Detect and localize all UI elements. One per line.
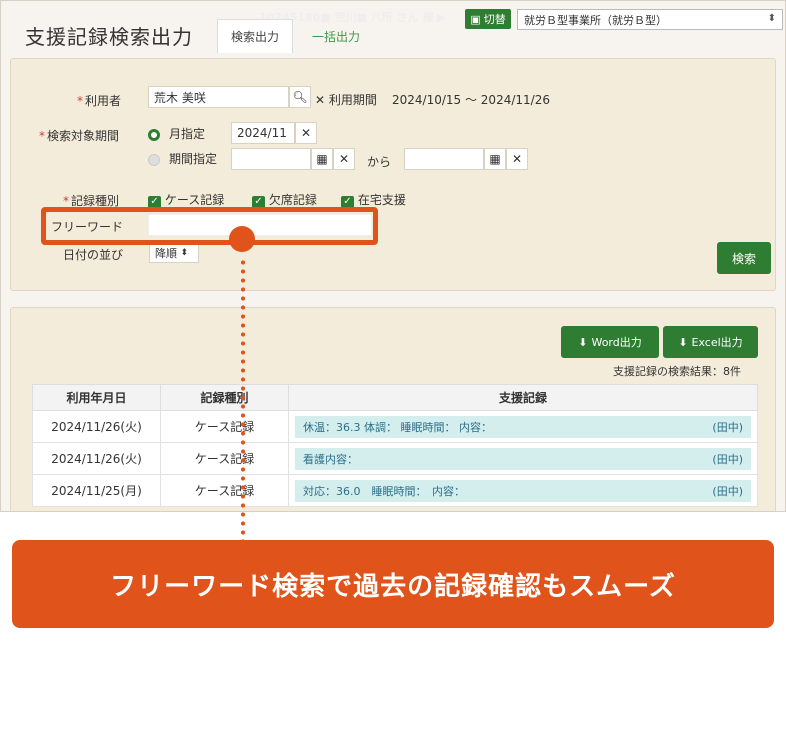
range-start-clear-icon[interactable]: ✕: [333, 148, 355, 170]
row-type: ケース記録: [160, 410, 289, 443]
callout-dotted-line: [241, 258, 245, 544]
switch-button[interactable]: ▣ 切替: [465, 9, 511, 29]
calendar-icon[interactable]: ▦: [484, 148, 506, 170]
search-button[interactable]: 検索: [717, 242, 771, 274]
table-row[interactable]: 2024/11/26(火) ケース記録 休温：36.3 体調： 睡眠時間： 内容…: [32, 410, 758, 443]
type-checkbox-absence[interactable]: ✓ 欠席記録: [252, 191, 317, 209]
sort-select[interactable]: 降順 ⬍: [149, 243, 199, 263]
caption-banner: フリーワード検索で過去の記録確認もスムーズ: [12, 540, 774, 628]
usage-period-text: 2024/10/15 ～ 2024/11/26: [392, 93, 550, 107]
callout-dot: [229, 226, 255, 252]
column-header: 記録種別: [160, 384, 289, 411]
switch-icon: ▣: [470, 12, 481, 26]
download-icon: ⬇: [678, 335, 688, 349]
range-start-field[interactable]: [231, 148, 311, 170]
freeword-highlight-box: [41, 207, 378, 245]
sort-label: 日付の並び: [63, 248, 124, 262]
range-radio[interactable]: [148, 151, 160, 170]
updown-icon: ⬍: [767, 13, 776, 24]
month-field[interactable]: 2024/11: [231, 122, 295, 144]
record-cell: 対応：36.0 睡眠時間： 内容： (田中): [295, 479, 751, 502]
office-select-value: 就労Ｂ型事業所（就労Ｂ型）: [524, 13, 667, 27]
tab-bulk-output[interactable]: 一括出力: [293, 19, 379, 53]
type-checkbox-home[interactable]: ✓ 在宅支援: [341, 191, 406, 209]
type-checkbox-case[interactable]: ✓ ケース記録: [148, 191, 224, 209]
range-end-field[interactable]: [404, 148, 484, 170]
switch-label: 切替: [483, 13, 506, 26]
row-date: 2024/11/26(火): [32, 410, 161, 443]
result-count: 支援記録の検索結果：8件: [613, 365, 741, 378]
table-row[interactable]: 2024/11/26(火) ケース記録 看護内容： (田中): [32, 442, 758, 475]
month-radio[interactable]: [148, 126, 160, 145]
range-radio-label: 期間指定: [169, 152, 218, 166]
record-cell: 看護内容： (田中): [295, 447, 751, 470]
tab-search-output[interactable]: 検索出力: [217, 19, 293, 53]
month-radio-label: 月指定: [169, 127, 206, 141]
table-row[interactable]: 2024/11/25(月) ケース記録 対応：36.0 睡眠時間： 内容： (田中…: [32, 474, 758, 507]
kara-text: から: [367, 155, 392, 169]
updown-icon: ⬍: [180, 248, 189, 258]
column-header: 支援記録: [288, 384, 758, 411]
office-select[interactable]: 就労Ｂ型事業所（就労Ｂ型） ⬍: [517, 9, 783, 30]
range-end-clear-icon[interactable]: ✕: [506, 148, 528, 170]
column-header: 利用年月日: [32, 384, 161, 411]
search-icon[interactable]: 🔍︎: [289, 86, 311, 108]
page-title: 支援記録検索出力: [25, 25, 193, 49]
row-type: ケース記録: [160, 474, 289, 507]
row-date: 2024/11/25(月): [32, 474, 161, 507]
month-clear-icon[interactable]: ✕: [295, 122, 317, 144]
user-clear[interactable]: ✕ 利用期間: [315, 91, 377, 108]
row-date: 2024/11/26(火): [32, 442, 161, 475]
download-icon: ⬇: [578, 335, 588, 349]
period-label: * 検索対象期間: [39, 129, 120, 143]
excel-export-button[interactable]: ⬇ Excel出力: [663, 326, 758, 358]
user-field[interactable]: 荒木 美咲: [148, 86, 289, 108]
close-icon: ✕: [315, 93, 326, 107]
row-type: ケース記録: [160, 442, 289, 475]
app-window: 支援記録検索出力 10245180■ 荒川■ 八所 さん 様 ▶ ▣ 切替 就労…: [0, 0, 786, 512]
user-label: * 利用者: [77, 94, 122, 108]
calendar-icon[interactable]: ▦: [311, 148, 333, 170]
results-table: 利用年月日 記録種別 支援記録 2024/11/26(火) ケース記録 休温：3…: [32, 384, 758, 507]
record-cell: 休温：36.3 体調： 睡眠時間： 内容： (田中): [295, 415, 751, 438]
word-export-button[interactable]: ⬇ Word出力: [561, 326, 659, 358]
